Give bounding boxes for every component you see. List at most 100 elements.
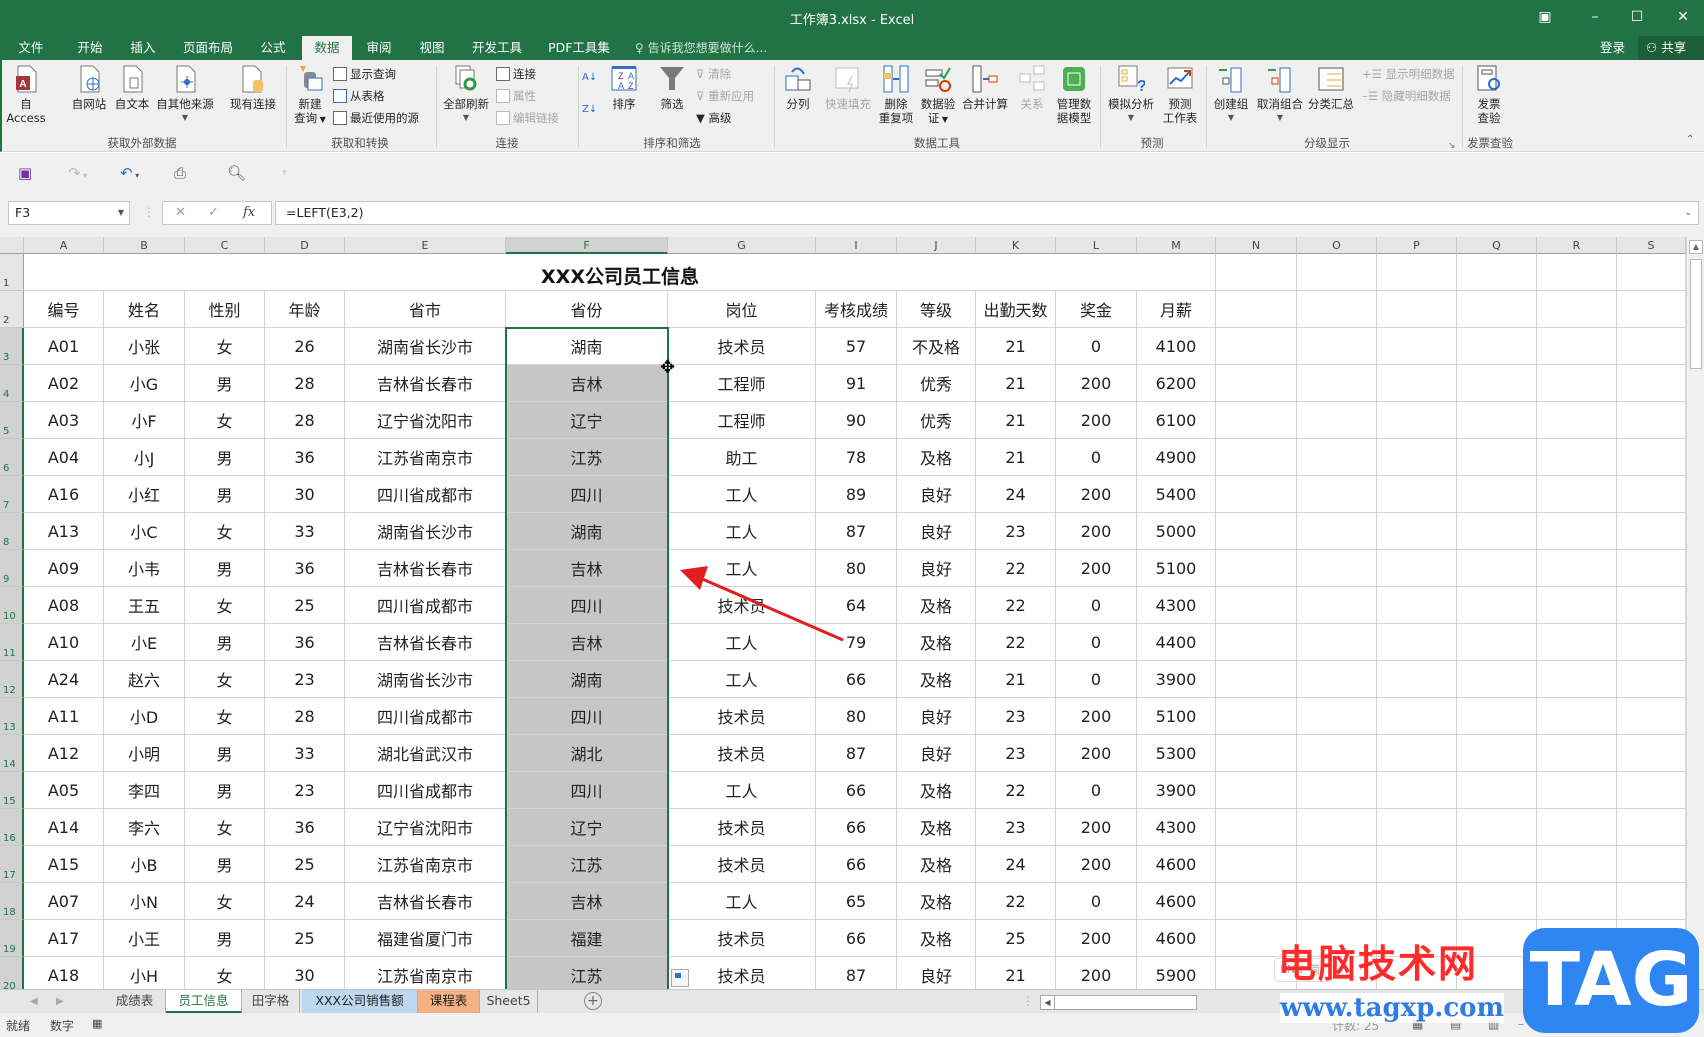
data-cell[interactable]: 小明 (104, 735, 185, 772)
data-cell[interactable]: 23 (976, 735, 1056, 772)
manage-data-model-button[interactable]: 管理数 据模型 (1052, 64, 1096, 125)
data-cell[interactable]: 65 (816, 883, 897, 920)
row-header-15[interactable]: 15 (0, 772, 24, 809)
data-cell[interactable]: 湖北省武汉市 (345, 735, 506, 772)
row-header-6[interactable]: 6 (0, 439, 24, 476)
empty-cell[interactable] (1617, 476, 1686, 513)
column-title-cell[interactable]: 出勤天数 (976, 291, 1056, 328)
empty-cell[interactable] (1297, 550, 1377, 587)
data-cell[interactable]: 66 (816, 661, 897, 698)
data-cell[interactable]: 24 (976, 476, 1056, 513)
empty-cell[interactable] (1216, 661, 1297, 698)
data-cell[interactable]: 工人 (668, 550, 816, 587)
empty-cell[interactable] (1297, 846, 1377, 883)
data-cell[interactable]: 技术员 (668, 328, 816, 365)
page-search-icon[interactable]: 🔍︎ (227, 163, 246, 183)
province-cell[interactable]: 辽宁 (506, 402, 668, 439)
data-cell[interactable]: 4400 (1137, 624, 1216, 661)
data-cell[interactable]: 小H (104, 957, 185, 989)
row-header-3[interactable]: 3 (0, 328, 24, 365)
empty-cell[interactable] (1377, 402, 1457, 439)
data-cell[interactable]: 89 (816, 476, 897, 513)
data-cell[interactable]: 女 (185, 957, 265, 989)
empty-cell[interactable] (1377, 883, 1457, 920)
data-cell[interactable]: A11 (24, 698, 104, 735)
empty-cell[interactable] (1377, 846, 1457, 883)
data-cell[interactable]: A17 (24, 920, 104, 957)
data-cell[interactable]: 四川省成都市 (345, 476, 506, 513)
ribbon-display-options-button[interactable]: ▣ (1530, 6, 1560, 28)
group-button[interactable]: 创建组 ▼ (1210, 64, 1252, 125)
empty-cell[interactable] (1297, 809, 1377, 846)
data-cell[interactable]: 28 (265, 365, 345, 402)
data-cell[interactable]: 3900 (1137, 661, 1216, 698)
data-cell[interactable]: 女 (185, 328, 265, 365)
empty-cell[interactable] (1617, 883, 1686, 920)
data-cell[interactable]: 200 (1056, 735, 1137, 772)
data-cell[interactable]: 福建省厦门市 (345, 920, 506, 957)
empty-cell[interactable] (1297, 439, 1377, 476)
column-title-cell[interactable]: 省份 (506, 291, 668, 328)
empty-cell[interactable] (1216, 254, 1297, 291)
tab-formulas[interactable]: 公式 (253, 36, 293, 60)
data-cell[interactable]: 23 (976, 809, 1056, 846)
empty-cell[interactable] (1537, 772, 1617, 809)
data-cell[interactable]: 工人 (668, 883, 816, 920)
close-button[interactable]: ✕ (1668, 6, 1698, 28)
province-cell[interactable]: 吉林 (506, 550, 668, 587)
data-cell[interactable]: 36 (265, 809, 345, 846)
data-cell[interactable]: 辽宁省沈阳市 (345, 402, 506, 439)
province-cell[interactable]: 江苏 (506, 846, 668, 883)
column-header-q[interactable]: Q (1457, 237, 1537, 254)
data-cell[interactable]: 技术员 (668, 735, 816, 772)
data-cell[interactable]: 小王 (104, 920, 185, 957)
consolidate-button[interactable]: 合并计算 (960, 64, 1010, 111)
empty-cell[interactable] (1377, 624, 1457, 661)
empty-cell[interactable] (1537, 698, 1617, 735)
data-cell[interactable]: 良好 (897, 735, 976, 772)
data-cell[interactable]: 男 (185, 735, 265, 772)
data-cell[interactable]: 23 (265, 772, 345, 809)
subtotal-button[interactable]: 分类汇总 (1306, 64, 1356, 111)
data-cell[interactable]: 66 (816, 920, 897, 957)
data-cell[interactable]: 湖南省长沙市 (345, 661, 506, 698)
tell-me-search[interactable]: ♀ 告诉我您想要做什么... (635, 36, 767, 60)
data-cell[interactable]: 工人 (668, 476, 816, 513)
flash-fill-button[interactable]: 快速填充 (820, 64, 876, 111)
scroll-up-icon[interactable]: ▲ (1689, 240, 1703, 254)
data-cell[interactable]: 3900 (1137, 772, 1216, 809)
empty-cell[interactable] (1457, 513, 1537, 550)
data-cell[interactable]: 小G (104, 365, 185, 402)
data-cell[interactable]: 0 (1056, 772, 1137, 809)
data-cell[interactable]: 良好 (897, 698, 976, 735)
empty-cell[interactable] (1377, 735, 1457, 772)
sheet-tab-2[interactable]: 员工信息 (166, 990, 242, 1013)
print-preview-icon[interactable]: ⎙ (174, 163, 186, 183)
customize-qat-icon[interactable]: ▾ (282, 163, 287, 183)
data-cell[interactable]: A12 (24, 735, 104, 772)
empty-cell[interactable] (1617, 550, 1686, 587)
row-header-16[interactable]: 16 (0, 809, 24, 846)
data-cell[interactable]: 工程师 (668, 402, 816, 439)
cancel-formula-button[interactable]: ✕ (175, 202, 186, 224)
province-cell[interactable]: 四川 (506, 772, 668, 809)
empty-cell[interactable] (1377, 661, 1457, 698)
data-cell[interactable]: 0 (1056, 883, 1137, 920)
data-cell[interactable]: 男 (185, 846, 265, 883)
data-cell[interactable]: 助工 (668, 439, 816, 476)
empty-cell[interactable] (1297, 698, 1377, 735)
empty-cell[interactable] (1216, 328, 1297, 365)
empty-cell[interactable] (1457, 254, 1537, 291)
data-validation-button[interactable]: 数据验证 ▼ (918, 64, 958, 127)
name-box[interactable]: F3 ▼ (8, 201, 130, 225)
empty-cell[interactable] (1457, 661, 1537, 698)
empty-cell[interactable] (1617, 809, 1686, 846)
empty-cell[interactable] (1537, 735, 1617, 772)
paste-options-icon[interactable] (671, 969, 689, 987)
data-cell[interactable]: 良好 (897, 957, 976, 989)
data-cell[interactable]: 小红 (104, 476, 185, 513)
data-cell[interactable]: 男 (185, 439, 265, 476)
row-header-7[interactable]: 7 (0, 476, 24, 513)
data-cell[interactable]: 21 (976, 328, 1056, 365)
empty-cell[interactable] (1216, 735, 1297, 772)
